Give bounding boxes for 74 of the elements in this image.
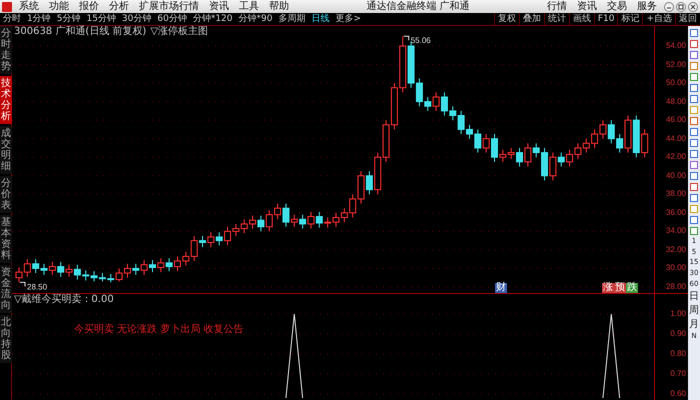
- price-axis-label: 30.00: [664, 263, 687, 274]
- period-shortcut[interactable]: 周: [689, 305, 699, 316]
- period-tab[interactable]: 30分钟: [118, 13, 154, 25]
- price-axis-label: 32.00: [664, 244, 687, 255]
- price-annotation: 28.50: [27, 282, 48, 292]
- side-tab[interactable]: 基本资料: [0, 215, 12, 263]
- period-shortcut[interactable]: 月: [689, 319, 699, 330]
- indicator-title[interactable]: ▽戴维今买明卖 : 0.00: [14, 294, 114, 306]
- menu-item[interactable]: 资讯: [204, 0, 234, 12]
- price-axis-label: 52.00: [664, 60, 687, 70]
- menu-item[interactable]: 工具: [234, 0, 264, 12]
- indicator-axis-label: 0.90: [669, 329, 687, 339]
- leader-line: [403, 36, 410, 41]
- formula-name[interactable]: ▽涨停板主图: [150, 26, 208, 38]
- menu-item[interactable]: 服务: [632, 0, 662, 12]
- period-tab[interactable]: 分钟*120: [190, 13, 236, 25]
- maximize-icon[interactable]: [676, 2, 686, 12]
- window-title: 通达信金融终端 广和通: [366, 0, 470, 12]
- side-tab[interactable]: 资金流向: [0, 265, 12, 313]
- menu-item[interactable]: 系统: [14, 0, 44, 12]
- period-tab[interactable]: 分钟*90: [236, 13, 276, 25]
- toolbar-button[interactable]: 统计: [544, 13, 569, 25]
- side-tab[interactable]: 成交明细: [0, 126, 12, 174]
- close-icon[interactable]: [688, 2, 698, 12]
- indicator-axis-label: 0.80: [669, 349, 687, 359]
- menu-item[interactable]: 功能: [44, 0, 74, 12]
- price-axis-label: 42.00: [664, 152, 687, 162]
- event-badge[interactable]: 涨: [602, 283, 614, 293]
- toolbar-button[interactable]: +自选: [642, 13, 675, 25]
- price-axis-label: 38.00: [664, 189, 687, 200]
- indicator-axis-label: 0.60: [669, 389, 687, 399]
- indicator-axis-label: 0.70: [669, 369, 687, 379]
- leader-line: [20, 282, 26, 287]
- price-axis-label: 28.00: [664, 282, 687, 292]
- event-badge[interactable]: 预: [614, 283, 626, 293]
- price-axis-label: 34.00: [664, 226, 687, 236]
- minimize-icon[interactable]: [664, 2, 674, 12]
- indicator-axis-label: 1.00: [669, 309, 687, 319]
- period-tab[interactable]: 15分钟: [83, 13, 119, 25]
- menu-item[interactable]: 报价: [74, 0, 104, 12]
- period-tab[interactable]: 分时: [0, 13, 24, 25]
- period-tab[interactable]: 更多>: [332, 13, 364, 25]
- price-axis-label: 40.00: [664, 170, 687, 181]
- period-tab[interactable]: 60分钟: [154, 13, 190, 25]
- toolbar-button[interactable]: 复权: [494, 13, 519, 25]
- toolbar-button[interactable]: 标记: [617, 13, 642, 25]
- period-tab[interactable]: 1分钟: [24, 13, 54, 25]
- side-tab[interactable]: 分价表: [0, 176, 12, 213]
- app-logo-icon: [2, 2, 12, 12]
- menu-item[interactable]: 扩展市场行情: [134, 0, 204, 12]
- price-axis-label: 50.00: [664, 78, 687, 88]
- menu-item[interactable]: 资讯: [572, 0, 602, 12]
- period-tab[interactable]: 日线: [308, 13, 332, 25]
- period-tab[interactable]: 5分钟: [54, 13, 84, 25]
- price-axis-label: 54.00: [664, 41, 687, 51]
- price-axis-label: 48.00: [664, 96, 687, 107]
- side-tab[interactable]: 分时走势: [0, 26, 12, 74]
- menu-item[interactable]: 交易: [602, 0, 632, 12]
- toolbar-button[interactable]: 画线: [568, 13, 594, 25]
- indicator-note: 今买明卖 无论涨跌 萝卜出局 收复公告: [74, 322, 244, 336]
- price-axis-label: 44.00: [664, 134, 687, 144]
- period-shortcut[interactable]: 日: [689, 291, 699, 302]
- price-axis-label: 46.00: [664, 115, 687, 126]
- menu-item[interactable]: 帮助: [264, 0, 294, 12]
- side-tab[interactable]: 技术分析: [0, 76, 12, 124]
- event-badge[interactable]: 跌: [626, 283, 638, 293]
- menu-item[interactable]: 分析: [104, 0, 134, 12]
- side-tab[interactable]: 北向持股: [0, 315, 12, 363]
- price-axis-label: 36.00: [664, 208, 687, 218]
- event-badge[interactable]: 财: [495, 283, 507, 293]
- menu-item[interactable]: 行情: [542, 0, 572, 12]
- stock-title: 300638 广和通(日线 前复权): [14, 26, 146, 38]
- period-tab[interactable]: 多周期: [275, 13, 308, 25]
- price-annotation: 55.06: [410, 36, 431, 46]
